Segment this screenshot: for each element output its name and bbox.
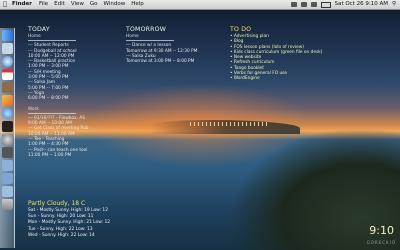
tomorrow-line: Tomorrow at 3:00 PM -- 8:00 PM bbox=[126, 59, 195, 65]
finder-icon[interactable] bbox=[1, 30, 13, 41]
menu-view[interactable]: View bbox=[68, 0, 87, 9]
address-book-icon[interactable] bbox=[1, 82, 13, 93]
folder-icon[interactable] bbox=[1, 160, 13, 171]
divider bbox=[28, 112, 76, 114]
spotlight-icon[interactable]: ⚲ bbox=[392, 0, 396, 9]
forecast-line: Wed - Sunny. High: 22 Low: 14 bbox=[28, 232, 95, 238]
todo-heading: TO DO bbox=[230, 26, 252, 33]
safari-icon[interactable] bbox=[1, 56, 13, 67]
menu-bar:  Finder File Edit View Go Window Help S… bbox=[0, 0, 400, 10]
menu-go[interactable]: Go bbox=[87, 0, 101, 9]
calculator-icon[interactable] bbox=[1, 147, 13, 158]
today-heading: TODAY bbox=[28, 26, 50, 33]
divider bbox=[28, 40, 76, 42]
menu-clock[interactable]: Sat Oct 26 9:10 AM bbox=[335, 0, 388, 9]
tomorrow-widget: TOMORROW Home --- Dance w/ a lesson Tomo… bbox=[126, 26, 222, 64]
forecast-line: Mon - Mostly Sunny. High: 21 Low: 12 bbox=[28, 220, 111, 226]
today-home-label: Home bbox=[28, 34, 41, 39]
trash-icon[interactable] bbox=[1, 199, 13, 210]
dock bbox=[0, 28, 15, 248]
today-work-label: Work bbox=[28, 106, 39, 112]
desktop-clock: 9:10 bbox=[369, 224, 394, 237]
menu-edit[interactable]: Edit bbox=[51, 0, 68, 9]
itunes-icon[interactable] bbox=[1, 108, 13, 119]
battery-icon[interactable] bbox=[320, 1, 331, 8]
dvd-icon[interactable] bbox=[1, 121, 13, 132]
status-icon[interactable] bbox=[290, 2, 297, 7]
photo-icon[interactable] bbox=[1, 95, 13, 106]
menu-app-name[interactable]: Finder bbox=[10, 0, 36, 9]
today-work-line: 11:00 PM -- 1:00 PM bbox=[28, 152, 72, 158]
wallpaper-watermark: GORECKIO bbox=[366, 240, 396, 245]
tomorrow-heading: TOMORROW bbox=[126, 26, 167, 33]
wallpaper-hill bbox=[180, 128, 400, 250]
weather-title: Partly Cloudy, 18 C bbox=[28, 200, 86, 207]
todo-item: • WordEngine bbox=[230, 76, 260, 82]
wallpaper-town-lights bbox=[190, 122, 270, 126]
tomorrow-home-label: Home bbox=[126, 34, 139, 39]
menu-help[interactable]: Help bbox=[128, 0, 147, 9]
menu-file[interactable]: File bbox=[36, 0, 51, 9]
today-widget: TODAY Home --- Student Reports --- Dodge… bbox=[28, 26, 118, 158]
volume-icon[interactable] bbox=[310, 2, 317, 7]
apple-menu-icon[interactable]:  bbox=[0, 0, 10, 9]
menu-window[interactable]: Window bbox=[101, 0, 129, 9]
weather-widget: Partly Cloudy, 18 C Sat - Mostly Sunny. … bbox=[28, 200, 110, 239]
mail-icon[interactable] bbox=[1, 43, 13, 54]
documents-icon[interactable] bbox=[1, 186, 13, 197]
todo-widget: TO DO • Advertising plan • Blog • FOS le… bbox=[230, 26, 380, 82]
divider bbox=[126, 40, 174, 42]
preferences-icon[interactable] bbox=[1, 134, 13, 145]
wifi-icon[interactable] bbox=[300, 2, 307, 7]
ical-icon[interactable] bbox=[1, 69, 13, 80]
downloads-icon[interactable] bbox=[1, 173, 13, 184]
